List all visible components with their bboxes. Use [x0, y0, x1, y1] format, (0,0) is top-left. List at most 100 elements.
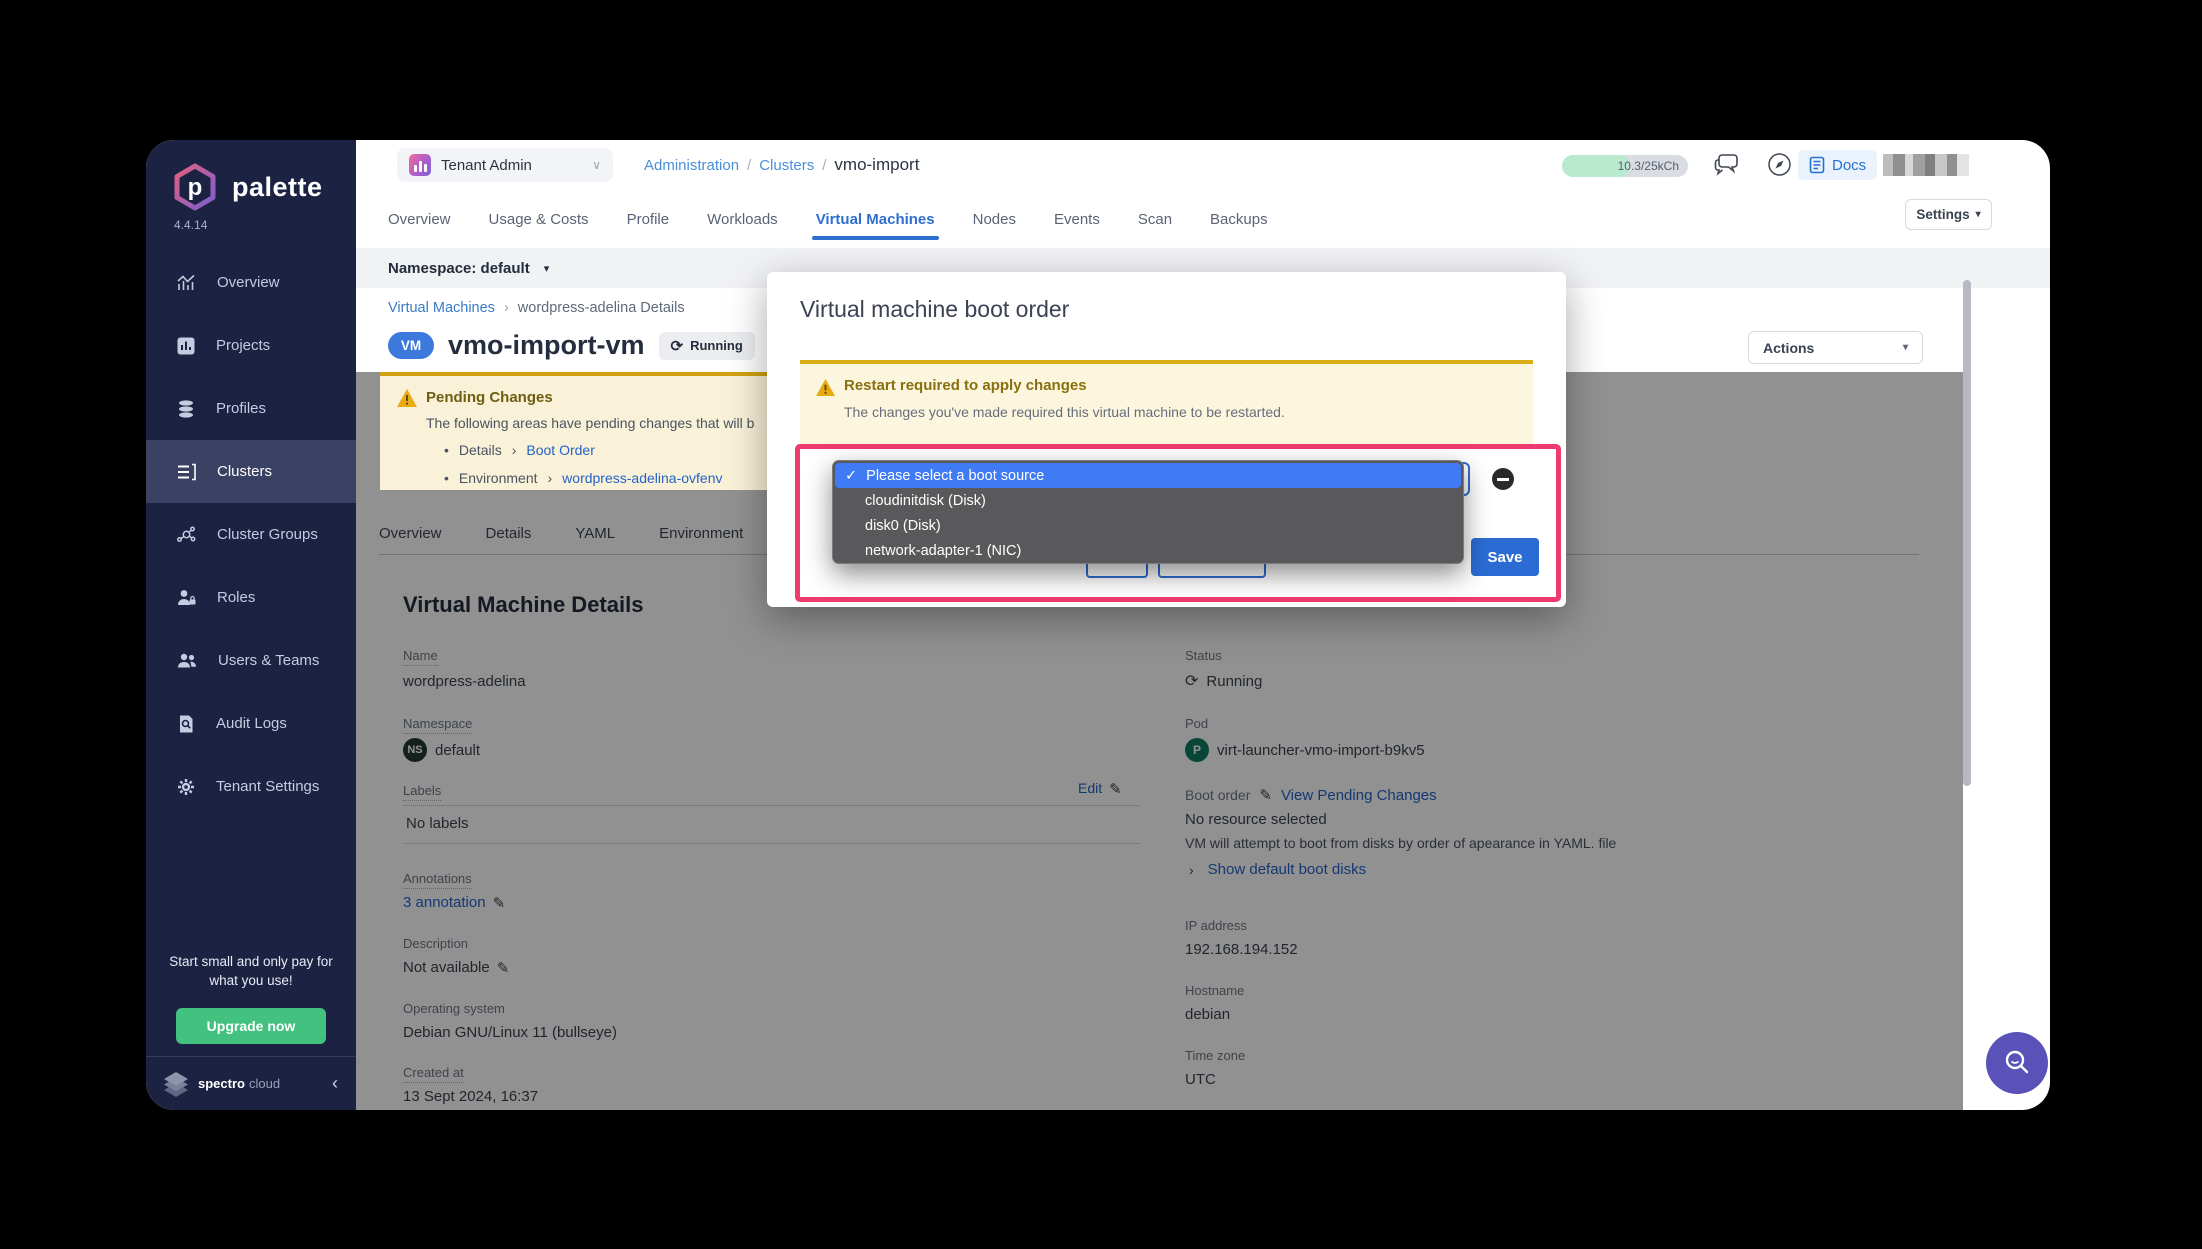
chevron-right-icon: ›	[548, 470, 553, 486]
settings-button[interactable]: Settings ▾	[1905, 199, 1992, 230]
collapse-sidebar-chevron[interactable]: ‹	[332, 1073, 338, 1094]
sidebar-item-label: Clusters	[217, 463, 272, 480]
floating-search-button[interactable]	[1986, 1032, 2048, 1094]
tab-usage-costs[interactable]: Usage & Costs	[489, 190, 589, 248]
bullet: •	[444, 470, 449, 486]
usage-meter: 10.3/25kCh	[1562, 155, 1688, 177]
tenant-icon	[409, 154, 431, 176]
clusters-list-icon	[176, 462, 197, 482]
dropdown-option-selected[interactable]: ✓ Please select a boot source	[835, 463, 1461, 488]
tab-profile[interactable]: Profile	[627, 190, 670, 248]
chevron-down-icon[interactable]: ▾	[544, 262, 550, 275]
tab-events[interactable]: Events	[1054, 190, 1100, 248]
overview-chart-icon	[176, 272, 197, 293]
save-button[interactable]: Save	[1471, 538, 1539, 576]
chevron-down-icon: ▾	[1976, 209, 1981, 220]
sidebar-item-overview[interactable]: Overview	[146, 251, 356, 314]
sidebar: p palette 4.4.14 Overview Projects	[146, 140, 356, 1110]
chat-icon[interactable]	[1714, 151, 1741, 177]
users-teams-icon	[176, 651, 198, 671]
tab-nodes[interactable]: Nodes	[973, 190, 1016, 248]
dropdown-option-disk0[interactable]: disk0 (Disk)	[835, 513, 1461, 538]
vertical-scrollbar[interactable]	[1963, 280, 1971, 786]
cluster-tabs: Overview Usage & Costs Profile Workloads…	[388, 190, 1268, 248]
bullet: •	[444, 442, 449, 458]
usage-meter-value: 10.3/25kCh	[1618, 159, 1679, 173]
breadcrumb-administration[interactable]: Administration	[644, 157, 739, 174]
vm-badge: VM	[388, 332, 434, 359]
footer-brand-suffix: cloud	[249, 1076, 280, 1091]
docs-button[interactable]: Docs	[1798, 150, 1877, 180]
redacted-user-info	[1883, 154, 1969, 176]
tab-virtual-machines[interactable]: Virtual Machines	[816, 190, 935, 248]
pending-item-environment: • Environment › wordpress-adelina-ovfenv	[444, 470, 722, 486]
tenant-selector[interactable]: Tenant Admin ∨	[397, 148, 613, 182]
svg-text:p: p	[188, 174, 203, 201]
boot-order-modal: Virtual machine boot order Restart requi…	[767, 272, 1566, 607]
sidebar-item-label: Cluster Groups	[217, 526, 318, 543]
breadcrumb-separator: /	[822, 157, 826, 174]
help-compass-icon[interactable]	[1767, 152, 1792, 177]
tab-overview[interactable]: Overview	[388, 190, 451, 248]
chevron-right-icon: ›	[512, 442, 517, 458]
sidebar-item-label: Projects	[216, 337, 270, 354]
status-badge: ⟳ Running	[659, 332, 755, 360]
boot-order-link[interactable]: Boot Order	[526, 442, 594, 458]
remove-boot-source-button[interactable]	[1492, 468, 1514, 490]
spectrocloud-logo	[162, 1071, 190, 1097]
status-text: Running	[690, 338, 743, 353]
refresh-icon: ⟳	[671, 337, 684, 355]
dropdown-option-cloudinitdisk[interactable]: cloudinitdisk (Disk)	[835, 488, 1461, 513]
warning-icon	[396, 388, 418, 408]
actions-label: Actions	[1763, 340, 1814, 356]
actions-button[interactable]: Actions ▾	[1748, 331, 1923, 364]
boot-source-dropdown-menu: ✓ Please select a boot source cloudinitd…	[832, 460, 1464, 564]
gear-icon	[176, 777, 196, 797]
restart-warning-body: The changes you've made required this vi…	[844, 404, 1285, 420]
tab-workloads[interactable]: Workloads	[707, 190, 778, 248]
sidebar-item-roles[interactable]: Roles	[146, 566, 356, 629]
sidebar-item-cluster-groups[interactable]: Cluster Groups	[146, 503, 356, 566]
chevron-down-icon: ▾	[1903, 342, 1908, 353]
breadcrumb: Administration / Clusters / vmo-import	[644, 155, 919, 175]
roles-person-lock-icon	[176, 588, 197, 608]
modal-title: Virtual machine boot order	[800, 296, 1069, 323]
vm-title-row: VM vmo-import-vm ⟳ Running	[388, 330, 755, 361]
breadcrumb-clusters[interactable]: Clusters	[759, 157, 814, 174]
footer-brand-name: spectro	[198, 1076, 245, 1091]
sidebar-item-profiles[interactable]: Profiles	[146, 377, 356, 440]
sidebar-item-tenant-settings[interactable]: Tenant Settings	[146, 755, 356, 818]
app-version: 4.4.14	[174, 218, 207, 232]
tenant-label: Tenant Admin	[441, 157, 532, 174]
sidebar-item-users-teams[interactable]: Users & Teams	[146, 629, 356, 692]
sidebar-item-label: Audit Logs	[216, 715, 287, 732]
pending-changes-title: Pending Changes	[426, 389, 553, 406]
dropdown-option-network-adapter[interactable]: network-adapter-1 (NIC)	[835, 538, 1461, 563]
docs-label: Docs	[1832, 157, 1866, 174]
environment-link[interactable]: wordpress-adelina-ovfenv	[562, 470, 722, 486]
search-icon	[2002, 1048, 2032, 1078]
projects-icon	[176, 336, 196, 356]
sidebar-item-label: Profiles	[216, 400, 266, 417]
vm-breadcrumb-current: wordpress-adelina Details	[518, 300, 685, 316]
sidebar-item-audit-logs[interactable]: Audit Logs	[146, 692, 356, 755]
sidebar-item-projects[interactable]: Projects	[146, 314, 356, 377]
sidebar-item-clusters[interactable]: Clusters	[146, 440, 356, 503]
tab-backups[interactable]: Backups	[1210, 190, 1268, 248]
chevron-down-icon: ∨	[592, 158, 601, 172]
profiles-stack-icon	[176, 399, 196, 419]
pending-item-prefix: Details	[459, 442, 502, 458]
sidebar-footer: spectro cloud ‹	[146, 1056, 356, 1110]
vm-breadcrumb: Virtual Machines › wordpress-adelina Det…	[388, 300, 685, 316]
upgrade-now-button[interactable]: Upgrade now	[176, 1008, 326, 1044]
sidebar-nav: Overview Projects Profiles	[146, 251, 356, 818]
sidebar-item-label: Overview	[217, 274, 280, 291]
vm-breadcrumb-link[interactable]: Virtual Machines	[388, 300, 495, 316]
sidebar-item-label: Tenant Settings	[216, 778, 319, 795]
tab-scan[interactable]: Scan	[1138, 190, 1172, 248]
pending-changes-body: The following areas have pending changes…	[426, 415, 754, 431]
namespace-selector[interactable]: Namespace: default	[388, 260, 530, 277]
settings-label: Settings	[1916, 207, 1969, 222]
breadcrumb-separator: ›	[504, 300, 509, 316]
document-icon	[1809, 156, 1825, 174]
